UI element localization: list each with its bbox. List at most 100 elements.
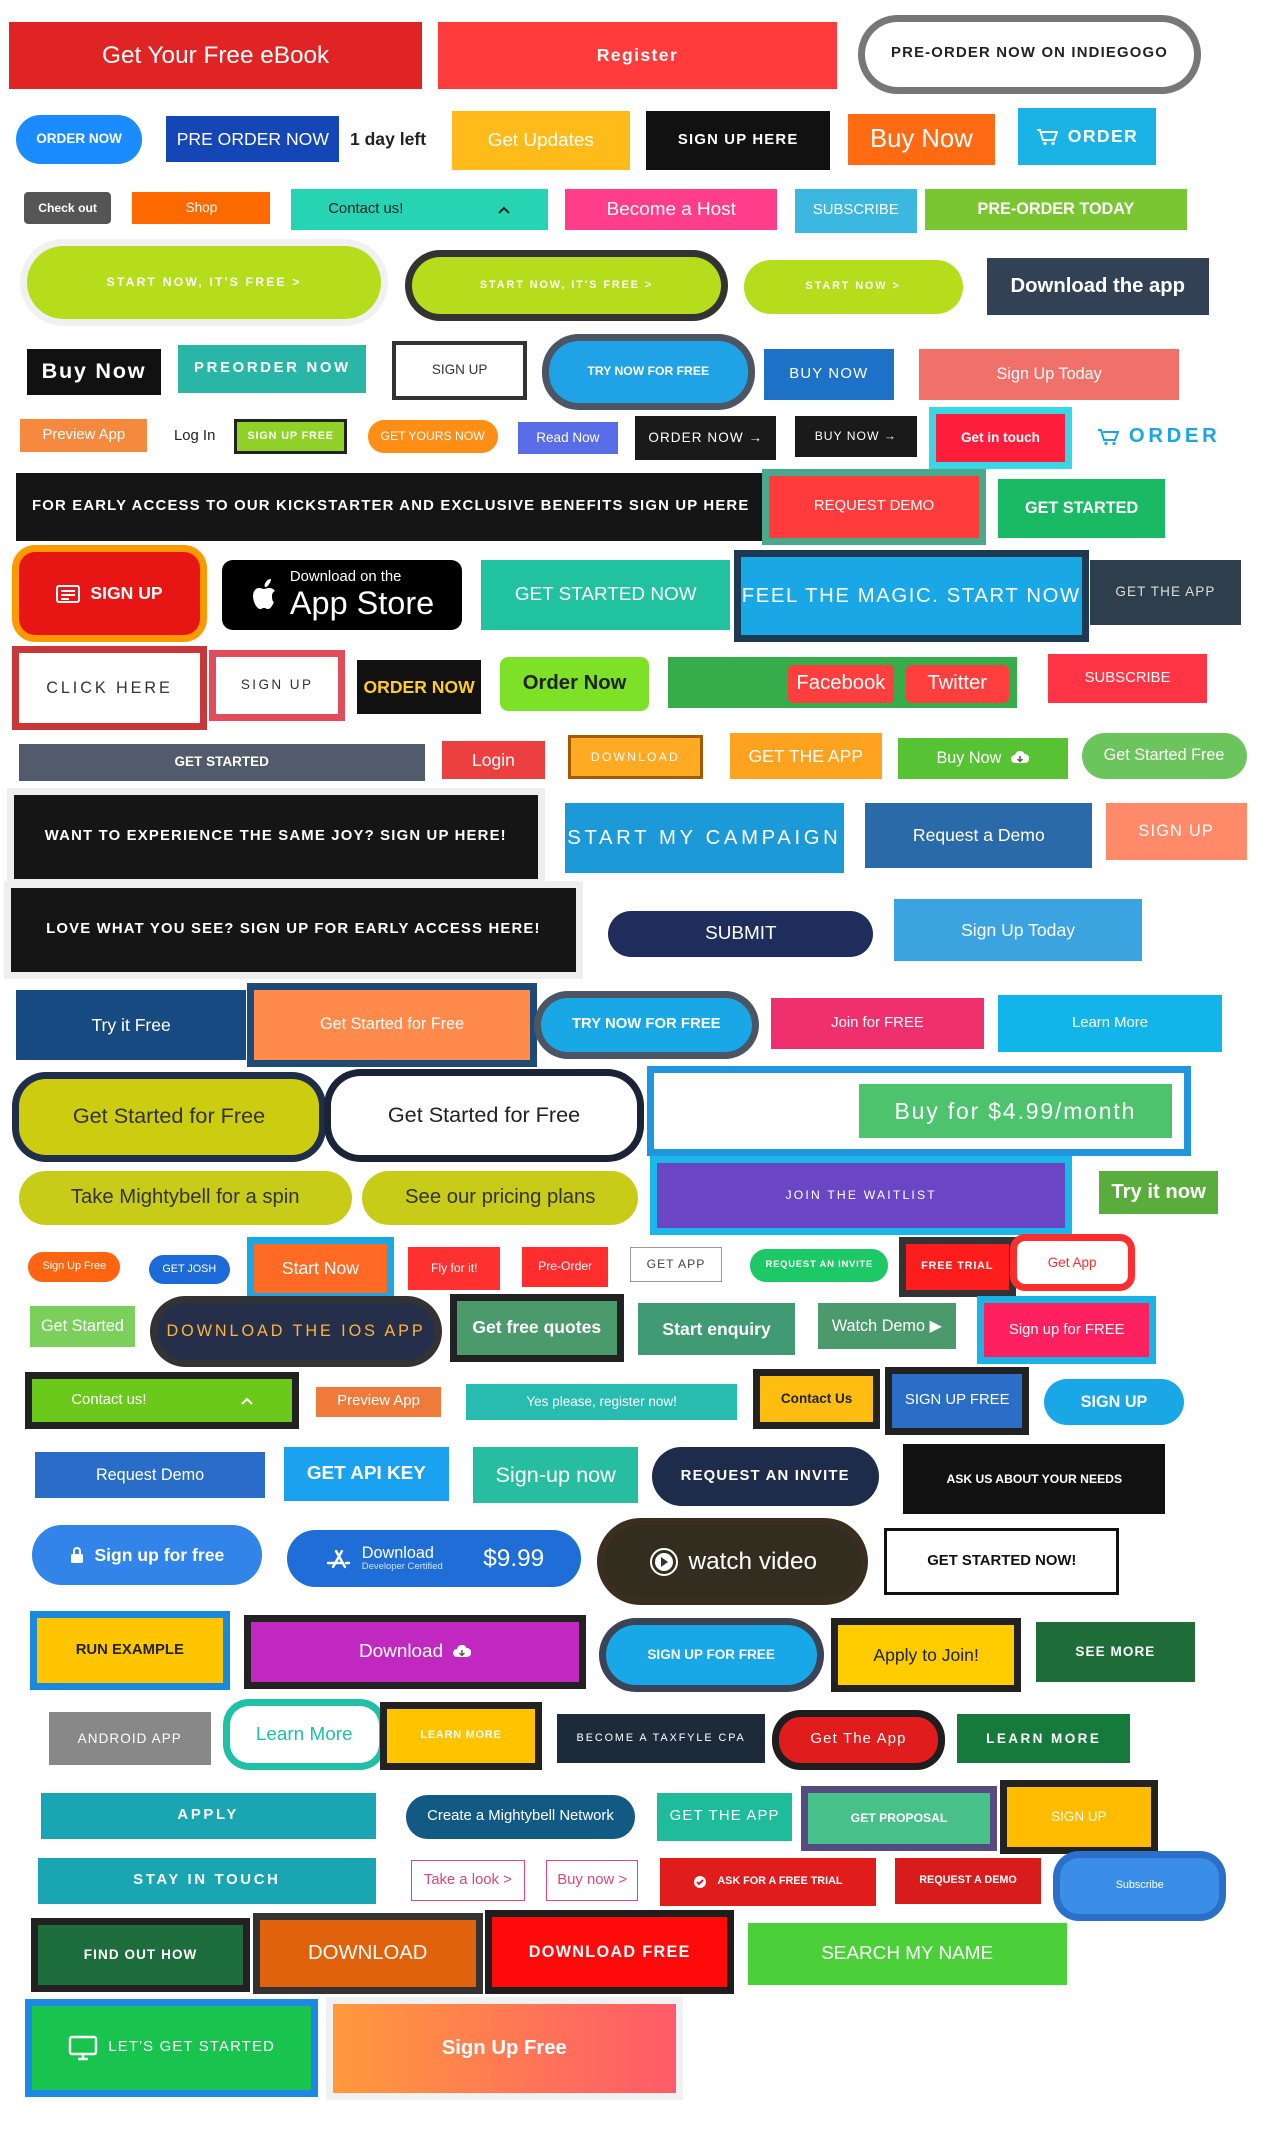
start-now-free-2-button[interactable]: START NOW, IT'S FREE >: [412, 256, 721, 314]
free-trial-button[interactable]: FREE TRIAL: [905, 1243, 1009, 1290]
buy-now-pink-outline-button[interactable]: Buy now >: [546, 1860, 639, 1901]
download-the-app-button[interactable]: Download the app: [982, 254, 1213, 320]
download-free-button[interactable]: DOWNLOAD FREE: [492, 1917, 728, 1988]
take-mightybell-for-a-spin-button[interactable]: Take Mightybell for a spin: [18, 1170, 352, 1225]
get-in-touch-button[interactable]: Get in touch: [935, 413, 1066, 463]
download-orange-button[interactable]: DOWNLOAD: [259, 1919, 476, 1988]
day-left-button[interactable]: 1 day left: [345, 116, 432, 162]
get-app-outline-button[interactable]: GET APP: [630, 1246, 722, 1282]
lets-get-started-button[interactable]: LET'S GET STARTED: [32, 2006, 311, 2091]
request-demo-red-button[interactable]: REQUEST DEMO: [769, 475, 979, 539]
get-started-slate-button[interactable]: GET STARTED: [18, 743, 425, 782]
buy-now-green-cloud-button[interactable]: Buy Now: [897, 738, 1069, 779]
try-now-for-free-small-button[interactable]: TRY NOW FOR FREE: [548, 340, 748, 403]
app-store-badge-button[interactable]: Download on the App Store: [221, 559, 463, 631]
join-the-waitlist-button[interactable]: JOIN THE WAITLIST: [657, 1162, 1066, 1228]
request-an-invite-navy-button[interactable]: REQUEST AN INVITE: [651, 1446, 879, 1507]
get-proposal-button[interactable]: GET PROPOSAL: [808, 1792, 990, 1845]
feel-the-magic-button[interactable]: FEEL THE MAGIC. START NOW: [740, 557, 1082, 636]
subscribe-small-blue-button[interactable]: Subscribe: [1059, 1857, 1220, 1915]
subscribe-red-button[interactable]: SUBSCRIBE: [1047, 654, 1208, 704]
request-an-invite-green-button[interactable]: REQUEST AN INVITE: [750, 1249, 889, 1282]
get-josh-button[interactable]: GET JOSH: [148, 1254, 230, 1285]
check-out-button[interactable]: Check out: [24, 191, 111, 225]
order-now-black-yellow-button[interactable]: ORDER NOW: [356, 659, 482, 714]
learn-more-dark-green-button[interactable]: LEARN MORE: [957, 1714, 1131, 1763]
become-a-host-button[interactable]: Become a Host: [565, 189, 778, 230]
watch-demo-button[interactable]: Watch Demo ▶: [817, 1303, 956, 1350]
try-now-for-free-pill-button[interactable]: TRY NOW FOR FREE: [540, 997, 752, 1052]
request-demo-blue-button[interactable]: Request Demo: [35, 1452, 265, 1498]
download-purple-button[interactable]: Download: [251, 1622, 579, 1682]
login-red-button[interactable]: Login: [442, 740, 545, 779]
sign-up-red-icon-button[interactable]: SIGN UP: [18, 551, 201, 636]
get-api-key-button[interactable]: GET API KEY: [283, 1446, 449, 1501]
get-updates-button[interactable]: Get Updates: [451, 110, 631, 171]
join-for-free-button[interactable]: Join for FREE: [770, 997, 985, 1050]
sign-up-free-blue-button[interactable]: SIGN UP FREE: [892, 1373, 1023, 1428]
sign-up-free-gradient-button[interactable]: Sign Up Free: [332, 2003, 676, 2093]
facebook-button[interactable]: Facebook: [788, 665, 894, 704]
want-to-experience-button[interactable]: WANT TO EXPERIENCE THE SAME JOY? SIGN UP…: [13, 794, 539, 879]
become-a-taxfyle-cpa-button[interactable]: BECOME A TAXFYLE CPA: [557, 1714, 766, 1763]
order-now-arrow-button[interactable]: ORDER NOW →: [635, 416, 777, 460]
get-started-for-free-orange-button[interactable]: Get Started for Free: [254, 989, 530, 1060]
download-the-ios-app-button[interactable]: DOWNLOAD THE IOS APP: [156, 1303, 436, 1361]
stay-in-touch-button[interactable]: STAY IN TOUCH: [37, 1857, 376, 1904]
download-9-99-button[interactable]: Download Developer Certified $9.99: [286, 1530, 582, 1588]
order-now-blue-button[interactable]: ORDER NOW: [16, 114, 142, 164]
get-started-light-green-button[interactable]: Get Started: [29, 1306, 136, 1347]
try-it-free-navy-button[interactable]: Try it Free: [16, 989, 247, 1060]
learn-more-cyan-button[interactable]: Learn More: [997, 995, 1223, 1052]
watch-video-button[interactable]: watch video: [604, 1525, 862, 1599]
request-a-demo-red-button[interactable]: REQUEST A DEMO: [895, 1857, 1042, 1904]
click-here-button[interactable]: CLICK HERE: [18, 653, 201, 724]
get-the-app-red-button[interactable]: Get The App: [778, 1717, 939, 1763]
sign-up-free-green-button[interactable]: SIGN UP FREE: [233, 419, 348, 455]
pre-order-red-button[interactable]: Pre-Order: [521, 1246, 609, 1288]
love-what-you-see-button[interactable]: LOVE WHAT YOU SEE? SIGN UP FOR EARLY ACC…: [10, 888, 576, 973]
learn-more-yellow-button[interactable]: LEARN MORE: [386, 1708, 536, 1763]
buy-now-arrow-button[interactable]: BUY NOW →: [794, 416, 917, 457]
order-cart-outline-button[interactable]: ORDER: [1092, 416, 1225, 457]
sign-up-outline-button[interactable]: SIGN UP: [392, 340, 528, 401]
get-started-for-free-white-button[interactable]: Get Started for Free: [331, 1076, 637, 1155]
read-now-button[interactable]: Read Now: [517, 421, 618, 455]
android-app-button[interactable]: ANDROID APP: [45, 1708, 214, 1769]
get-yours-now-button[interactable]: GET YOURS NOW: [367, 420, 498, 453]
download-outline-orange-button[interactable]: DOWNLOAD: [567, 735, 704, 779]
apply-button[interactable]: APPLY: [40, 1792, 376, 1839]
start-now-button[interactable]: START NOW >: [743, 259, 963, 314]
sign-up-for-free-lock-button[interactable]: Sign up for free: [32, 1525, 263, 1585]
apply-to-join-button[interactable]: Apply to Join!: [838, 1625, 1014, 1685]
start-my-campaign-button[interactable]: START MY CAMPAIGN: [565, 803, 844, 874]
sign-up-today-blue-button[interactable]: Sign Up Today: [893, 899, 1143, 962]
sign-up-pink-border-button[interactable]: SIGN UP: [216, 657, 338, 714]
subscribe-blue-button[interactable]: SUBSCRIBE: [794, 189, 917, 233]
see-more-button[interactable]: SEE MORE: [1035, 1622, 1196, 1682]
sign-up-today-coral-button[interactable]: Sign Up Today: [919, 348, 1179, 401]
twitter-button[interactable]: Twitter: [905, 665, 1009, 704]
sign-up-here-button[interactable]: SIGN UP HERE: [646, 110, 831, 171]
get-the-app-dark-button[interactable]: GET THE APP: [1089, 559, 1242, 625]
get-started-free-green-button[interactable]: Get Started Free: [1081, 732, 1247, 779]
ask-us-about-your-needs-button[interactable]: ASK US ABOUT YOUR NEEDS: [903, 1443, 1166, 1515]
buy-now-black-button[interactable]: Buy Now: [27, 348, 161, 395]
create-a-mightybell-network-button[interactable]: Create a Mightybell Network: [405, 1795, 636, 1839]
sign-up-yellow-button[interactable]: SIGN UP: [1007, 1787, 1151, 1847]
buy-for-4-99-button[interactable]: Buy for $4.99/month: [858, 1084, 1173, 1139]
shop-button[interactable]: Shop: [132, 191, 271, 225]
start-now-free-1-button[interactable]: START NOW, IT'S FREE >: [27, 246, 382, 320]
take-a-look-button[interactable]: Take a look >: [411, 1860, 525, 1901]
contact-us-teal-button[interactable]: Contact us!: [290, 189, 548, 230]
start-enquiry-button[interactable]: Start enquiry: [638, 1303, 795, 1355]
yes-please-register-button[interactable]: Yes please, register now!: [466, 1384, 737, 1420]
order-cart-button[interactable]: ORDER: [1018, 108, 1156, 165]
submit-navy-button[interactable]: SUBMIT: [608, 911, 874, 958]
preorder-now-teal-button[interactable]: PREORDER NOW: [178, 344, 367, 394]
sign-up-free-orange-pill-button[interactable]: Sign Up Free: [28, 1251, 121, 1282]
log-in-button[interactable]: Log In: [164, 419, 225, 455]
preview-app-orange-2-button[interactable]: Preview App: [316, 1387, 441, 1417]
sign-up-salmon-button[interactable]: SIGN UP: [1105, 803, 1247, 860]
try-it-now-button[interactable]: Try it now: [1099, 1170, 1219, 1215]
